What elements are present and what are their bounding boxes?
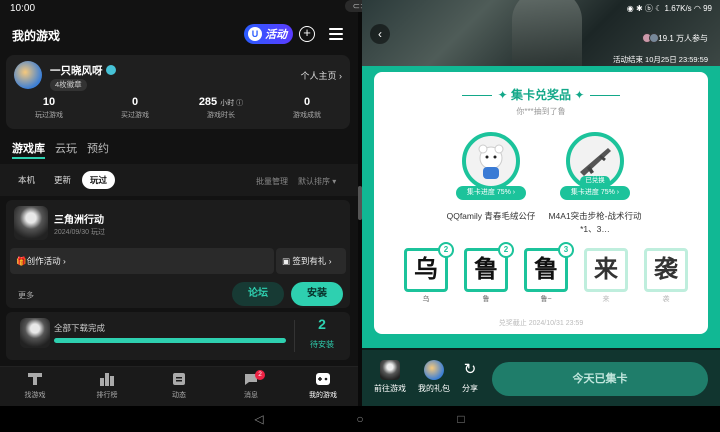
- my-games-pane: 10:00 我的游戏 U 活动 + 一只晓风呀 4枚徽章 个人主页 › 10 玩…: [0, 0, 358, 406]
- today-collected-button[interactable]: 今天已集卡: [492, 362, 708, 396]
- prize-progress[interactable]: 集卡进度 75% ›: [456, 186, 526, 200]
- prize-name: M4A1突击步枪-战术行动*1、3…: [548, 211, 642, 234]
- bottom-nav: 找游戏 排行榜 动态 2 消息 我的游戏: [0, 366, 358, 406]
- activity-button[interactable]: U 活动: [244, 24, 293, 44]
- redeem-deadline: 兑奖截止 2024/10/31 23:59: [498, 320, 584, 327]
- system-nav-bar: ◁ ○ □: [0, 406, 720, 432]
- goto-game-button[interactable]: 前往游戏: [370, 360, 410, 394]
- card-count: 3: [558, 242, 574, 258]
- back-nav-icon[interactable]: ◁: [252, 412, 266, 426]
- gift-icon: ▣: [282, 256, 293, 266]
- prize-rifle[interactable]: 已兑换 集卡进度 75% ›: [560, 132, 630, 202]
- create-activity-button[interactable]: 🎁创作活动 ›: [10, 248, 274, 274]
- username: 一只晓风呀: [50, 65, 103, 77]
- back-icon[interactable]: ‹: [370, 24, 390, 44]
- card-lu-2[interactable]: 鲁3: [524, 242, 574, 292]
- download-card[interactable]: 全部下载完成 2 待安装: [6, 312, 350, 360]
- prize-plush[interactable]: 集卡进度 75% ›: [456, 132, 526, 202]
- nav-my-games[interactable]: 我的游戏: [298, 372, 348, 400]
- card-count: 2: [498, 242, 514, 258]
- my-games-icon: [316, 373, 330, 385]
- sort-dropdown[interactable]: 默认排序 ▾: [298, 176, 336, 187]
- status-time: 10:00: [10, 3, 36, 14]
- more-link[interactable]: 更多: [18, 290, 34, 301]
- stat-played: 10 玩过游戏: [35, 96, 63, 119]
- stat-bought: 0 买过游戏: [121, 96, 149, 119]
- nav-ranking[interactable]: 排行榜: [82, 372, 132, 400]
- sign-gift-button[interactable]: ▣ 签到有礼 ›: [276, 248, 346, 274]
- card-xi[interactable]: 袭: [644, 248, 688, 292]
- card-collect-pane: ◉ ✱ ⓑ ☾ 1.67K/s ◠ 99 ‹ 19.1 万人参与 活动结束 10…: [362, 0, 720, 406]
- download-progress: [54, 338, 286, 343]
- verified-icon: [105, 65, 116, 75]
- card-wu[interactable]: 乌2: [404, 242, 454, 292]
- avatar[interactable]: [14, 61, 42, 89]
- nav-find-games[interactable]: 找游戏: [10, 372, 60, 400]
- activity-label: 活动: [265, 29, 287, 41]
- library-tabs: 游戏库 云玩 预约: [12, 140, 109, 159]
- menu-icon[interactable]: [329, 28, 343, 40]
- my-gifts-button[interactable]: 我的礼包: [414, 360, 454, 394]
- pending-install-label: 待安装: [310, 340, 334, 349]
- tab-library[interactable]: 游戏库: [12, 140, 45, 159]
- filter-bar: 本机 更新 玩过 批量管理 默认排序 ▾: [0, 164, 358, 196]
- draw-notice: 你***抽到了鲁: [516, 107, 566, 116]
- game-search-icon: [28, 373, 42, 385]
- redeemed-badge: 已兑换: [580, 176, 610, 186]
- card-lai[interactable]: 来: [584, 248, 628, 292]
- gift-avatar-icon: [424, 360, 444, 380]
- feed-icon: [173, 373, 185, 385]
- share-button[interactable]: ↻ 分享: [450, 360, 490, 394]
- nav-feed[interactable]: 动态: [154, 372, 204, 400]
- filter-update[interactable]: 更新: [54, 171, 71, 189]
- card-count: 2: [438, 242, 454, 258]
- game-icon[interactable]: [14, 206, 48, 240]
- recents-nav-icon[interactable]: □: [454, 412, 468, 426]
- tab-reserve[interactable]: 预约: [87, 140, 109, 159]
- status-indicators: ◉ ✱ ⓑ ☾ 1.67K/s ◠ 99: [626, 4, 712, 13]
- participants: 19.1 万人参与: [641, 33, 708, 44]
- prize-progress[interactable]: 集卡进度 75% ›: [560, 186, 630, 200]
- plush-bear-icon: [478, 144, 504, 179]
- ranking-icon: [100, 373, 114, 386]
- add-icon[interactable]: +: [299, 26, 315, 42]
- nav-messages[interactable]: 2 消息: [226, 370, 276, 400]
- install-button[interactable]: 安装: [291, 282, 343, 306]
- home-nav-icon[interactable]: ○: [353, 412, 367, 426]
- split-screen: 10:00 我的游戏 U 活动 + 一只晓风呀 4枚徽章 个人主页 › 10 玩…: [0, 0, 720, 432]
- prize-name: QQfamily 青春毛绒公仔: [446, 211, 536, 221]
- card-lu[interactable]: 鲁2: [464, 242, 514, 292]
- action-bar: 前往游戏 我的礼包 ↻ 分享 今天已集卡: [362, 350, 720, 406]
- medal-badge[interactable]: 4枚徽章: [50, 79, 87, 91]
- download-status: 全部下载完成: [54, 323, 106, 333]
- game-avatar-icon: [380, 360, 400, 380]
- forum-button[interactable]: 论坛: [232, 282, 284, 306]
- message-count-badge: 2: [255, 370, 265, 380]
- pending-install-count: 2: [318, 316, 326, 332]
- event-end-time: 活动结束 10月25日 23:59:59: [612, 55, 708, 64]
- panel-title: 集卡兑奖品: [510, 88, 571, 102]
- stat-achievements: 0 游戏成就: [293, 96, 321, 119]
- download-game-icon: [20, 318, 50, 348]
- tab-cloud[interactable]: 云玩: [55, 140, 77, 159]
- batch-manage-button[interactable]: 批量管理: [256, 176, 288, 187]
- game-last-played: 2024/09/30 玩过: [54, 229, 105, 236]
- stat-playtime[interactable]: 285 小时 ⓘ 游戏时长: [186, 96, 256, 120]
- game-name: 三角洲行动: [54, 215, 104, 226]
- activity-logo-icon: U: [248, 27, 262, 41]
- profile-card[interactable]: 一只晓风呀 4枚徽章 个人主页 › 10 玩过游戏 0 买过游戏 285 小时 …: [6, 55, 350, 129]
- share-icon: ↻: [463, 361, 477, 378]
- profile-home-link[interactable]: 个人主页 ›: [301, 69, 343, 82]
- collect-card-panel: ✦ 集卡兑奖品 ✦ 你***抽到了鲁 集卡进度 75% › QQfamily 青…: [374, 72, 708, 334]
- filter-played[interactable]: 玩过: [82, 171, 116, 189]
- filter-local[interactable]: 本机: [18, 171, 35, 189]
- game-card[interactable]: 三角洲行动 2024/09/30 玩过 🎁创作活动 › ▣ 签到有礼 › 更多 …: [6, 200, 350, 308]
- page-title: 我的游戏: [12, 29, 61, 43]
